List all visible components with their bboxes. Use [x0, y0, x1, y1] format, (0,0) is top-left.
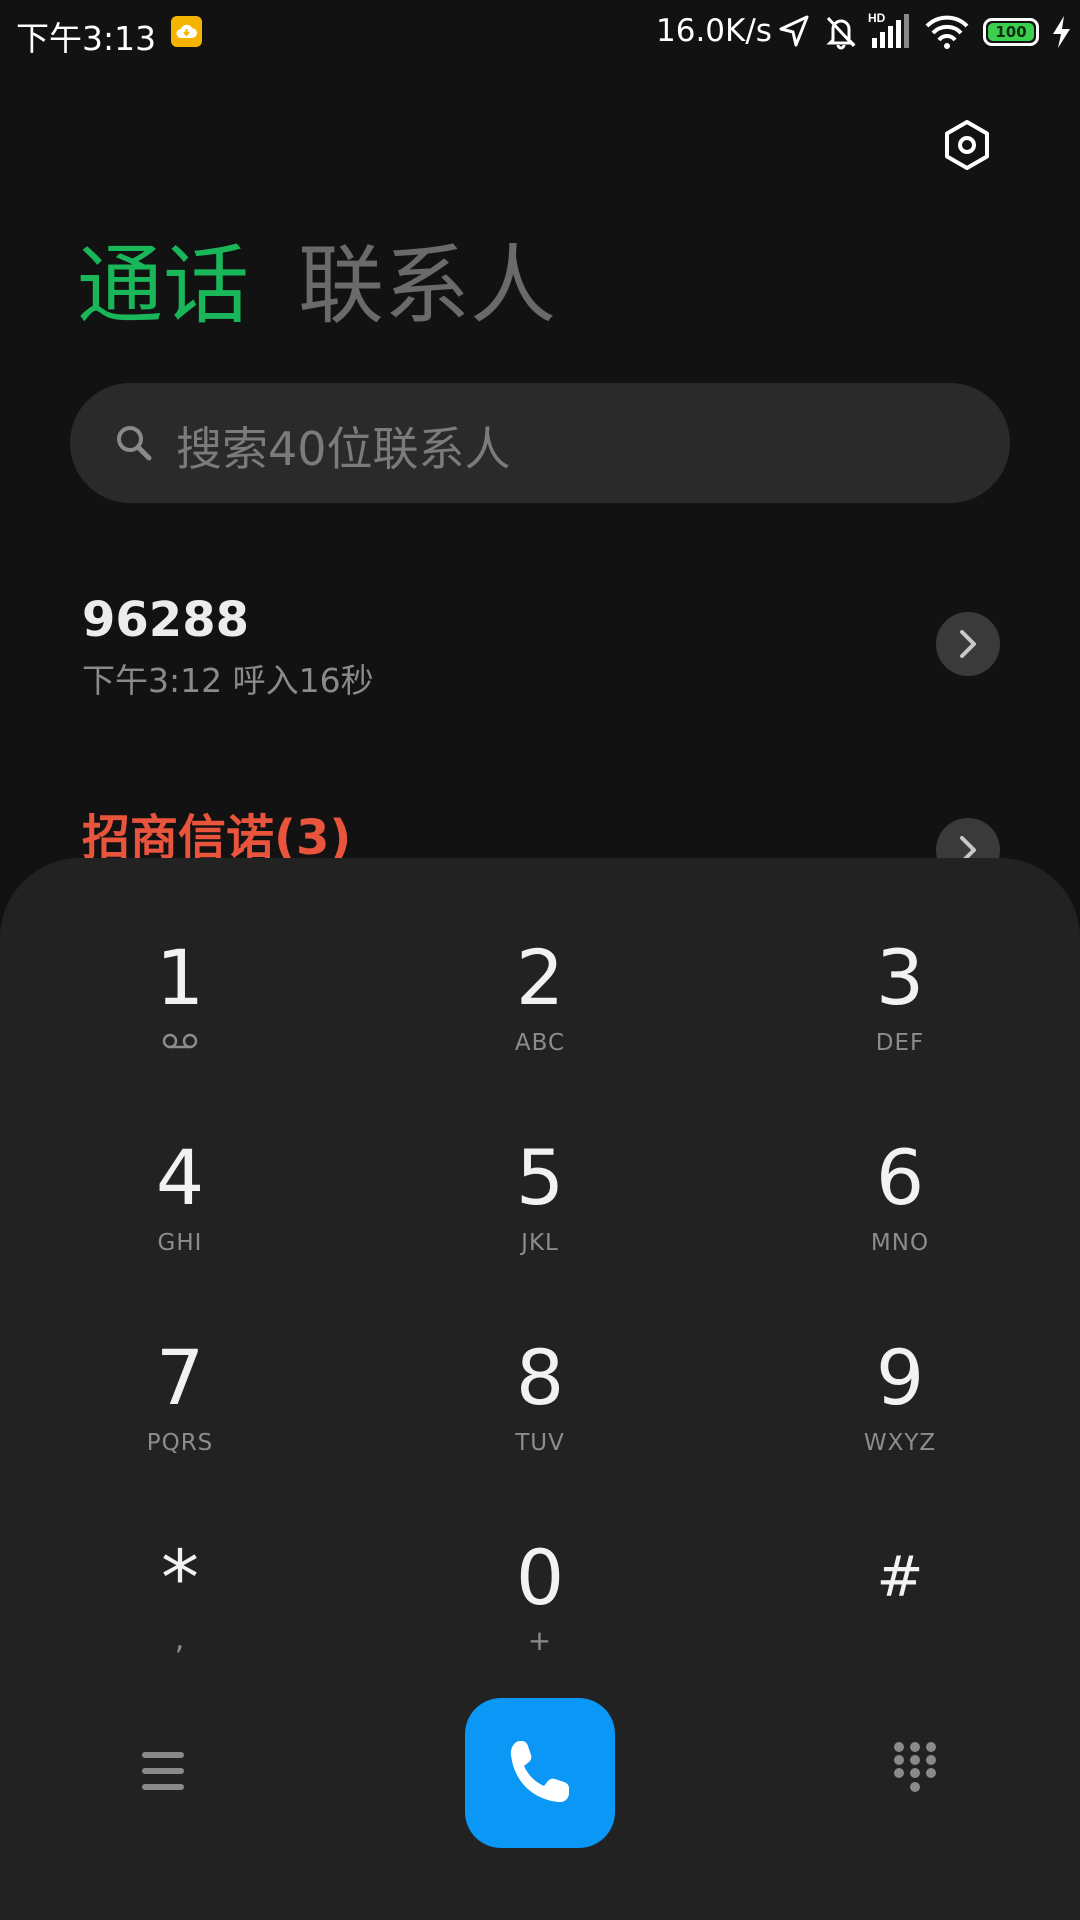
dial-key-2[interactable]: 2 ABC [420, 930, 660, 1100]
call-log-item[interactable]: 96288 下午3:12 呼入16秒 [0, 592, 1080, 732]
dial-key-hash[interactable]: # [780, 1530, 1020, 1700]
dial-key-digit: 0 [515, 1533, 565, 1622]
dial-key-digit: 4 [155, 1133, 205, 1222]
status-time: 下午3:13 [16, 19, 157, 58]
settings-button[interactable] [940, 118, 994, 172]
dial-key-7[interactable]: 7 PQRS [60, 1330, 300, 1500]
status-bar: 下午3:13 16.0K/s HD 100 [0, 0, 1080, 66]
dial-key-digit: 6 [875, 1133, 925, 1222]
hd-signal-icon: HD [868, 10, 912, 54]
gear-icon [945, 120, 989, 170]
tab-calls[interactable]: 通话 [77, 236, 249, 336]
dial-key-letters: GHI [157, 1230, 203, 1256]
dial-key-digit: 2 [515, 933, 565, 1022]
dial-key-digit: 9 [875, 1333, 925, 1422]
dial-key-star[interactable]: * , [60, 1530, 300, 1700]
dial-key-letters: MNO [870, 1230, 930, 1256]
call-log-name: 96288 [82, 592, 249, 648]
svg-text:HD: HD [868, 11, 886, 25]
dialer-bottom-bar [0, 1698, 1080, 1848]
dial-key-0[interactable]: 0 + [420, 1530, 660, 1700]
dial-key-6[interactable]: 6 MNO [780, 1130, 1020, 1300]
dial-key-5[interactable]: 5 JKL [420, 1130, 660, 1300]
dial-key-digit: # [876, 1545, 924, 1610]
location-arrow-icon [778, 14, 810, 52]
dial-key-digit: 1 [155, 933, 205, 1022]
wifi-icon [924, 14, 970, 54]
call-log-detail: 下午3:12 呼入16秒 [82, 661, 374, 700]
tab-contacts[interactable]: 联系人 [298, 236, 556, 336]
dial-key-1[interactable]: 1 [60, 930, 300, 1100]
dial-key-digit: 7 [155, 1333, 205, 1422]
dial-key-letters: WXYZ [863, 1430, 937, 1456]
cloud-icon [171, 16, 202, 47]
dial-key-letters: + [527, 1624, 553, 1657]
dial-key-letters: ABC [514, 1030, 566, 1056]
bolt-icon [1050, 14, 1072, 54]
dial-key-8[interactable]: 8 TUV [420, 1330, 660, 1500]
search-input[interactable]: 搜索40位联系人 [70, 383, 1010, 503]
dial-key-letters: , [174, 1622, 186, 1657]
dial-key-letters: PQRS [146, 1430, 214, 1456]
battery-indicator: 100 [983, 18, 1039, 46]
dial-key-letters: DEF [875, 1030, 925, 1056]
call-details-button[interactable] [936, 612, 1000, 676]
dialer-screen: 下午3:13 16.0K/s HD 100 通话 联系人 搜索40位联系人 96… [0, 0, 1080, 1920]
battery-level: 100 [988, 23, 1034, 41]
dial-key-letters: JKL [521, 1230, 559, 1256]
dial-key-9[interactable]: 9 WXYZ [780, 1330, 1020, 1500]
dial-key-digit: 8 [515, 1333, 565, 1422]
dial-key-4[interactable]: 4 GHI [60, 1130, 300, 1300]
call-button[interactable] [465, 1698, 615, 1848]
phone-icon [510, 1741, 569, 1803]
keypad-icon[interactable] [892, 1740, 938, 1800]
dial-key-digit: * [161, 1533, 199, 1622]
chevron-right-icon [960, 630, 976, 658]
dial-key-digit: 3 [875, 933, 925, 1022]
search-icon [114, 423, 154, 467]
bell-muted-icon [824, 14, 858, 54]
dial-key-3[interactable]: 3 DEF [780, 930, 1020, 1100]
dial-key-digit: 5 [515, 1133, 565, 1222]
search-placeholder: 搜索40位联系人 [176, 422, 511, 476]
network-speed: 16.0K/s [656, 13, 772, 49]
dial-key-letters: TUV [515, 1430, 565, 1456]
voicemail-icon [60, 1030, 300, 1056]
menu-icon[interactable] [140, 1750, 186, 1796]
